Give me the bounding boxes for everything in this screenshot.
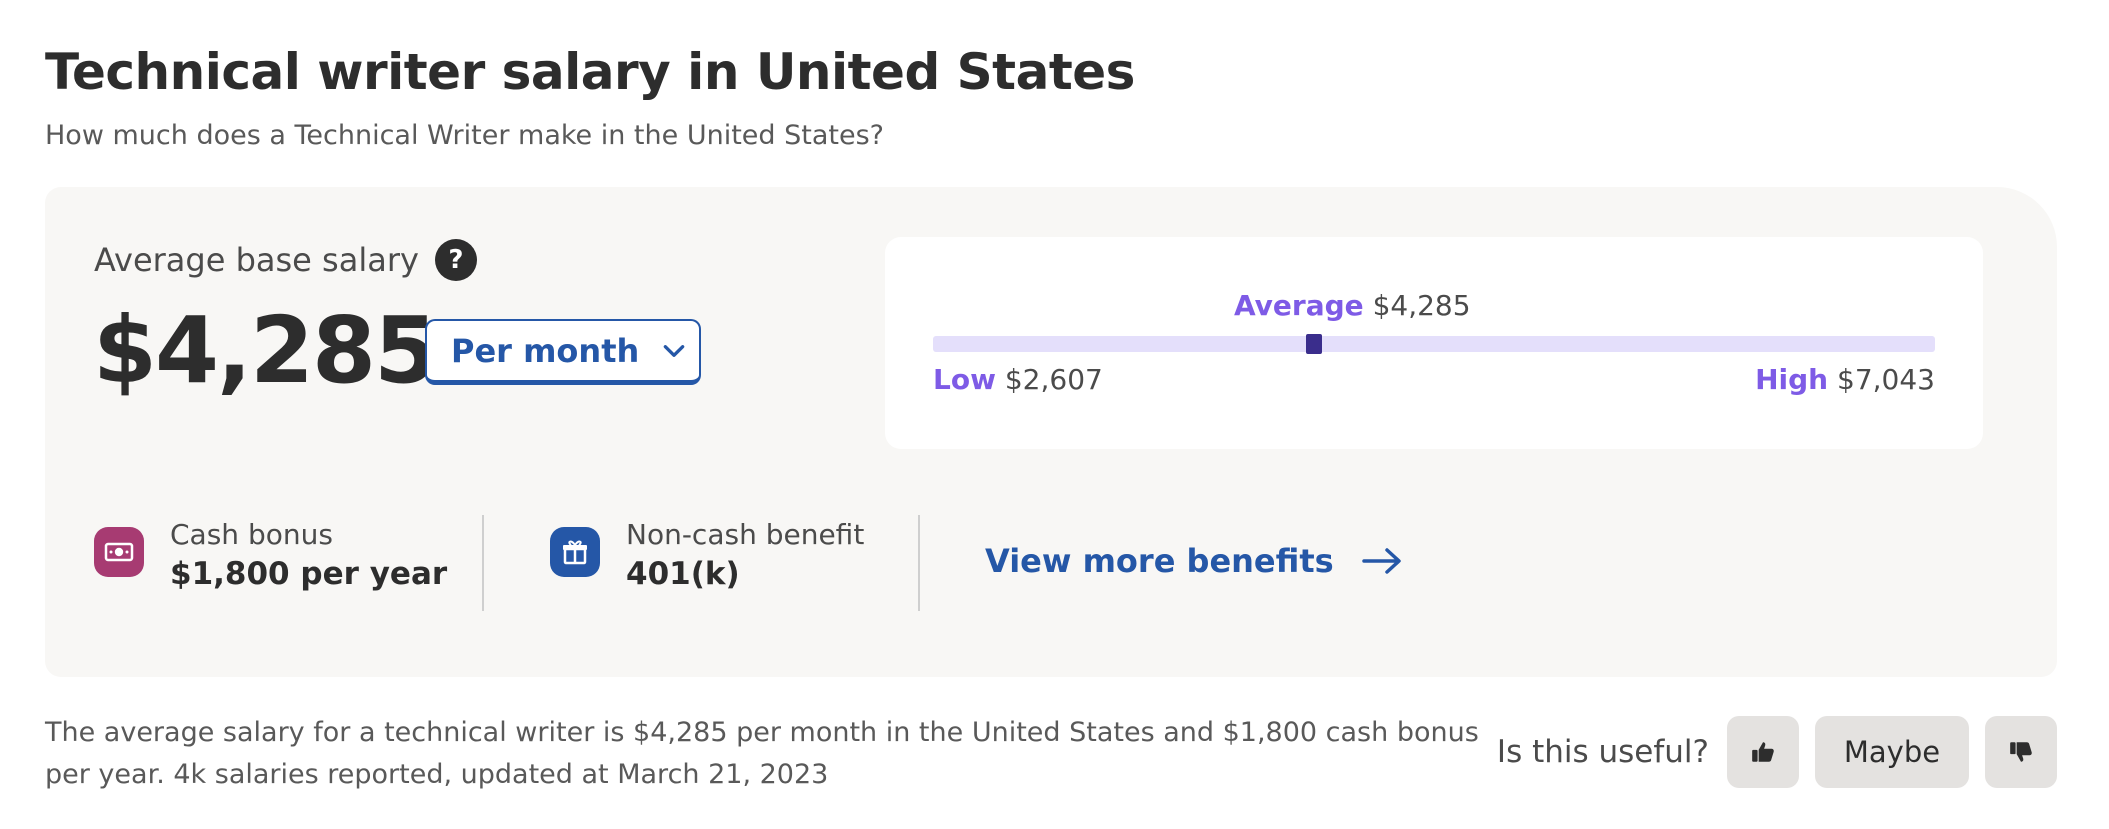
range-high-label: High	[1755, 363, 1829, 396]
benefit-cash-bonus-text: Cash bonus $1,800 per year	[170, 517, 447, 597]
feedback-row: Is this useful? Maybe	[1497, 716, 2057, 788]
average-marker	[1305, 334, 1322, 354]
range-high-value: $7,043	[1837, 363, 1935, 396]
range-average: Average $4,285	[1234, 289, 1471, 322]
pay-period-label: Per month	[451, 331, 640, 370]
benefit-cash-bonus: Cash bonus $1,800 per year	[94, 517, 447, 597]
salary-range-panel: Average $4,285 Low $2,607 High $7,043	[885, 237, 1983, 449]
divider	[918, 515, 920, 611]
salary-range-track	[933, 336, 1935, 352]
average-salary-label-row: Average base salary ?	[94, 239, 477, 281]
benefit-value: $1,800 per year	[170, 556, 448, 593]
chevron-down-icon	[663, 344, 685, 357]
average-salary-label: Average base salary	[94, 241, 419, 279]
benefit-non-cash: Non-cash benefit 401(k)	[550, 517, 864, 597]
range-low-label: Low	[933, 363, 996, 396]
view-more-benefits-link[interactable]: View more benefits	[985, 542, 1404, 580]
page-title: Technical writer salary in United States	[45, 43, 1135, 101]
benefit-non-cash-text: Non-cash benefit 401(k)	[626, 517, 864, 597]
page-subtitle: How much does a Technical Writer make in…	[45, 120, 884, 151]
range-low-value: $2,607	[1004, 363, 1103, 396]
thumbs-down-icon	[2010, 742, 2032, 762]
benefit-label: Cash bonus	[170, 518, 333, 551]
range-high: High $7,043	[1755, 363, 1935, 396]
average-salary-value: $4,285	[93, 297, 438, 404]
help-icon[interactable]: ?	[434, 239, 477, 281]
feedback-question: Is this useful?	[1496, 734, 1709, 770]
pay-period-dropdown[interactable]: Per month	[425, 319, 701, 385]
range-average-label: Average	[1234, 289, 1364, 322]
divider	[482, 515, 484, 611]
thumbs-up-button[interactable]	[1727, 716, 1799, 788]
salary-card: Average base salary ? $4,285 Per month A…	[45, 187, 2057, 677]
thumbs-down-button[interactable]	[1985, 716, 2057, 788]
benefit-label: Non-cash benefit	[626, 518, 865, 551]
range-average-value: $4,285	[1372, 289, 1471, 322]
view-more-benefits-label: View more benefits	[985, 542, 1334, 580]
arrow-right-icon	[1361, 548, 1401, 574]
cash-icon	[94, 527, 144, 577]
thumbs-up-icon	[1752, 742, 1774, 762]
salary-summary-text: The average salary for a technical write…	[45, 717, 1479, 790]
gift-icon	[550, 527, 600, 577]
range-low: Low $2,607	[933, 363, 1103, 396]
maybe-button[interactable]: Maybe	[1815, 716, 1969, 788]
benefit-value: 401(k)	[626, 556, 740, 593]
